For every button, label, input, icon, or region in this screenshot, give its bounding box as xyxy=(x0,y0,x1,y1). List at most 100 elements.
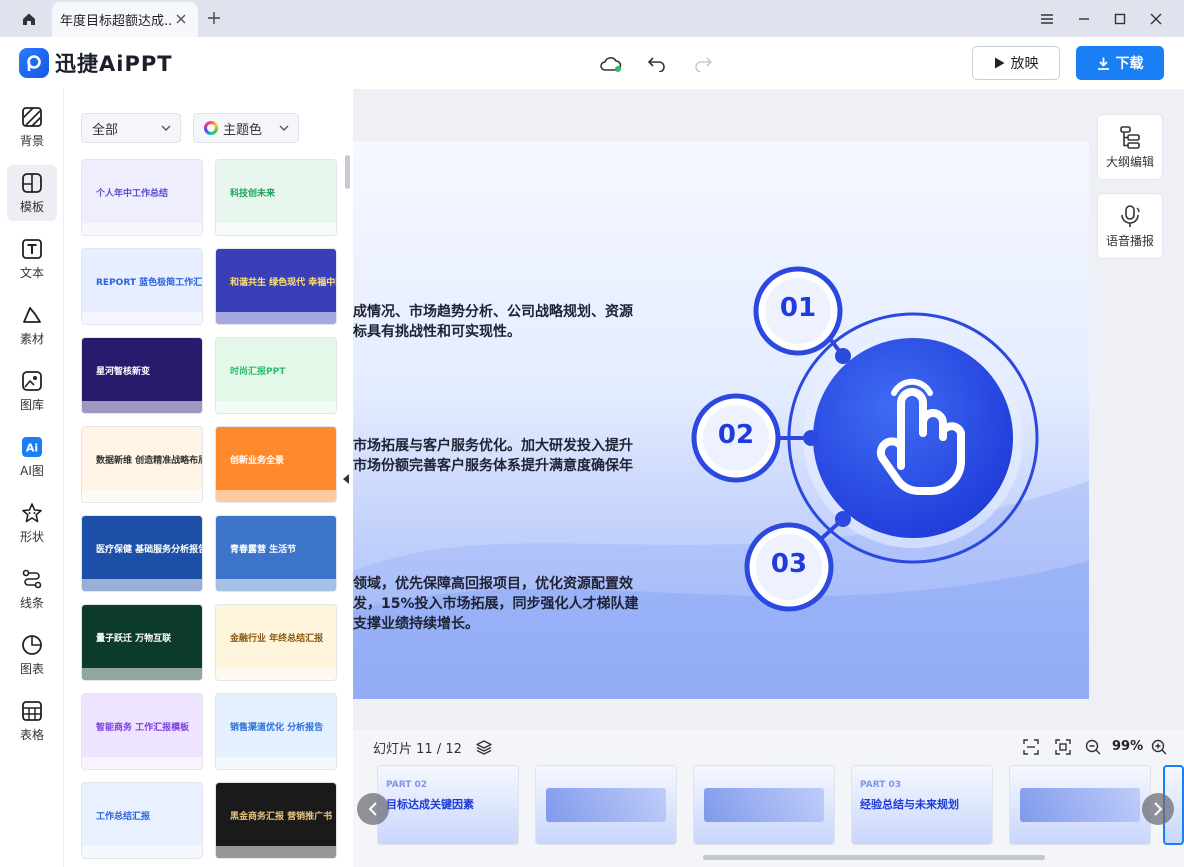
filmstrip-part-label: PART 03 xyxy=(860,780,902,790)
filmstrip-scrollbar[interactable] xyxy=(703,855,1045,860)
chevron-right-icon xyxy=(1154,802,1163,816)
template-thumbnail-title: REPORT 蓝色极简工作汇报 xyxy=(96,278,203,288)
theme-color-dropdown[interactable]: 主题色 xyxy=(193,113,299,143)
template-thumbnail[interactable]: 销售渠道优化 分析报告 xyxy=(215,693,337,770)
filmstrip-content-preview xyxy=(704,788,824,822)
template-thumbnail-title: 量子跃迁 万物互联 xyxy=(96,634,172,644)
close-window-icon[interactable] xyxy=(1145,8,1167,30)
template-thumbnail-strip xyxy=(82,312,202,324)
rail-item-text[interactable]: 文本 xyxy=(7,231,57,287)
layers-icon[interactable] xyxy=(474,737,494,757)
undo-icon[interactable] xyxy=(644,51,670,77)
rail-item-ai-image[interactable]: Ai AI图 xyxy=(7,429,57,485)
template-thumbnail[interactable]: 个人年中工作总结 xyxy=(81,159,203,236)
category-dropdown[interactable]: 全部 xyxy=(81,113,181,143)
rail-label: 线条 xyxy=(19,595,44,610)
filmstrip-content-preview xyxy=(546,788,666,822)
template-thumbnail-strip xyxy=(216,223,336,235)
outline-icon xyxy=(1120,125,1140,149)
rail-label: 图表 xyxy=(19,661,44,676)
logo-mark-icon xyxy=(19,48,49,78)
rail-label: 文本 xyxy=(19,265,44,280)
maximize-icon[interactable] xyxy=(1109,8,1131,30)
table-icon xyxy=(22,700,42,721)
document-tab[interactable]: 年度目标超额达成... xyxy=(52,2,198,37)
rail-item-table[interactable]: 表格 xyxy=(7,693,57,749)
download-button[interactable]: 下载 xyxy=(1076,46,1164,80)
pie-chart-icon xyxy=(22,634,42,655)
rail-item-background[interactable]: 背景 xyxy=(7,99,57,155)
filmstrip-thumb[interactable] xyxy=(693,765,835,845)
chevron-down-icon xyxy=(161,125,171,131)
rail-label: 图库 xyxy=(19,397,44,412)
template-thumbnail[interactable]: 青春露营 生活节 xyxy=(215,515,337,592)
rail-item-image-library[interactable]: 图库 xyxy=(7,363,57,419)
play-icon xyxy=(994,57,1004,69)
cloud-sync-icon[interactable] xyxy=(598,51,624,77)
template-icon xyxy=(22,172,42,193)
template-thumbnail[interactable]: 数据新维 创造精准战略布局 xyxy=(81,426,203,503)
menu-icon[interactable] xyxy=(1036,8,1058,30)
caret-left-icon xyxy=(343,474,349,484)
star-shape-icon xyxy=(22,502,42,522)
shape-material-icon xyxy=(23,306,41,323)
home-icon[interactable] xyxy=(14,8,44,30)
minimize-icon[interactable] xyxy=(1073,8,1095,30)
category-dropdown-value: 全部 xyxy=(92,122,119,138)
template-thumbnail[interactable]: 和谐共生 绿色现代 幸福中国 xyxy=(215,248,337,325)
template-thumbnail[interactable]: 金融行业 年终总结汇报 xyxy=(215,604,337,681)
template-thumbnail[interactable]: 黑金商务汇报 营销推广书 xyxy=(215,782,337,859)
rail-label: 模板 xyxy=(19,199,44,214)
template-panel-scrollbar[interactable] xyxy=(345,155,350,189)
fullscreen-icon[interactable] xyxy=(1053,737,1073,757)
template-thumbnail[interactable]: 医疗保健 基础服务分析报告 xyxy=(81,515,203,592)
template-thumbnail-title: 销售渠道优化 分析报告 xyxy=(230,723,324,733)
collapse-panel-handle[interactable] xyxy=(339,468,353,490)
rail-label: 背景 xyxy=(19,133,44,148)
template-thumbnail-strip xyxy=(216,846,336,858)
rail-item-line[interactable]: 线条 xyxy=(7,561,57,617)
template-thumbnail[interactable]: 工作总结汇报 xyxy=(81,782,203,859)
template-thumbnail[interactable]: 时尚汇报PPT xyxy=(215,337,337,414)
filmstrip-thumb[interactable]: PART 02 目标达成关键因素 xyxy=(377,765,519,845)
template-thumbnail-strip xyxy=(82,579,202,591)
voice-broadcast-button[interactable]: 语音播报 xyxy=(1097,193,1163,259)
zoom-in-icon[interactable] xyxy=(1149,737,1169,757)
template-thumbnail[interactable]: 创新业务全景 xyxy=(215,426,337,503)
slide-canvas[interactable]: 成情况、市场趋势分析、公司战略规划、资源 标具有挑战性和可实现性。 市场拓展与客… xyxy=(353,141,1089,699)
rail-item-material[interactable]: 素材 xyxy=(7,297,57,353)
node-02-label: 02 xyxy=(717,420,755,450)
filmstrip-prev-button[interactable] xyxy=(357,793,389,825)
template-thumbnail-strip xyxy=(216,757,336,769)
template-thumbnail-title: 金融行业 年终总结汇报 xyxy=(230,634,324,644)
zoom-out-icon[interactable] xyxy=(1083,737,1103,757)
rail-item-shape[interactable]: 形状 xyxy=(7,495,57,551)
close-tab-icon[interactable] xyxy=(172,10,190,28)
template-thumbnail[interactable]: 科技创未来 xyxy=(215,159,337,236)
redo-icon[interactable] xyxy=(690,51,716,77)
template-thumbnail[interactable]: REPORT 蓝色极简工作汇报 xyxy=(81,248,203,325)
filmstrip-thumb[interactable] xyxy=(1009,765,1151,845)
template-thumbnail-strip xyxy=(216,401,336,413)
logo-text: 迅捷AiPPT xyxy=(55,52,173,76)
rail-label: 形状 xyxy=(19,529,44,544)
rail-item-chart[interactable]: 图表 xyxy=(7,627,57,683)
filmstrip-next-button[interactable] xyxy=(1142,793,1174,825)
template-thumbnail-strip xyxy=(82,490,202,502)
template-thumbnail[interactable]: 星河智核新变 xyxy=(81,337,203,414)
rail-item-template[interactable]: 模板 xyxy=(7,165,57,221)
play-slideshow-button[interactable]: 放映 xyxy=(972,46,1060,80)
theme-color-dropdown-value: 主题色 xyxy=(223,122,263,138)
download-icon xyxy=(1097,57,1109,70)
outline-edit-button[interactable]: 大纲编辑 xyxy=(1097,114,1163,180)
filmstrip-thumb[interactable]: PART 03 经验总结与未来规划 xyxy=(851,765,993,845)
filmstrip-thumb[interactable] xyxy=(535,765,677,845)
template-thumbnail[interactable]: 量子跃迁 万物互联 xyxy=(81,604,203,681)
outline-edit-label: 大纲编辑 xyxy=(1105,154,1154,169)
new-tab-button[interactable] xyxy=(204,8,224,28)
fit-frame-icon[interactable] xyxy=(1021,737,1041,757)
template-thumbnail[interactable]: 智能商务 工作汇报模板 xyxy=(81,693,203,770)
filmstrip-title: 目标达成关键因素 xyxy=(386,798,474,811)
app-logo: 迅捷AiPPT xyxy=(19,48,173,78)
slide-counter: 幻灯片 11 / 12 xyxy=(373,742,462,757)
